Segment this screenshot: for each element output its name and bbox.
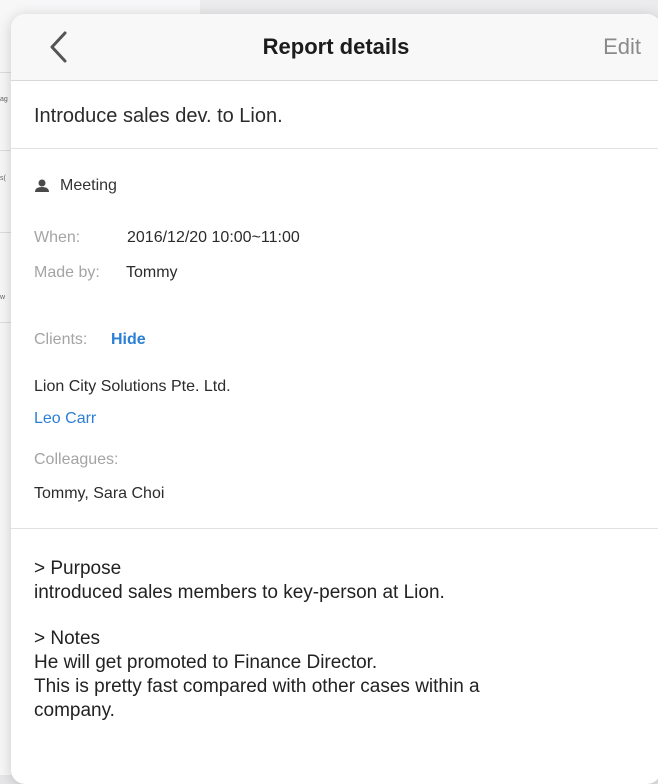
notes-line: He will get promoted to Finance Director…: [34, 652, 378, 673]
client-company: Lion City Solutions Pte. Ltd.: [34, 378, 231, 395]
person-icon: [35, 179, 49, 192]
purpose-text: introduced sales members to key-person a…: [34, 582, 445, 603]
when-value: 2016/12/20 10:00~11:00: [127, 229, 300, 246]
notes-heading: > Notes: [34, 628, 101, 649]
made-by-value: Tommy: [126, 264, 178, 281]
notes-spacer: [34, 605, 634, 627]
colleagues-value: Tommy, Sara Choi: [34, 485, 165, 502]
notes-line: company.: [34, 700, 115, 721]
client-contact-link[interactable]: Leo Carr: [34, 410, 96, 428]
page-title: Report details: [262, 34, 410, 59]
report-type: Meeting: [34, 177, 117, 195]
report-notes: > Purpose introduced sales members to ke…: [34, 557, 634, 723]
clients-label: Clients:: [34, 331, 88, 348]
navigation-bar: Report details Edit: [11, 14, 658, 81]
purpose-heading: > Purpose: [34, 558, 122, 579]
background-text-fragment: s(: [0, 175, 6, 182]
section-divider: [11, 148, 658, 149]
report-type-label: Meeting: [60, 177, 117, 194]
report-subject: Introduce sales dev. to Lion.: [34, 105, 283, 127]
background-text-fragment: ag: [0, 96, 8, 103]
edit-button[interactable]: Edit: [603, 34, 641, 60]
when-label: When:: [34, 229, 81, 246]
hide-clients-link[interactable]: Hide: [111, 331, 146, 349]
background-text-fragment: w: [0, 294, 6, 301]
notes-line: This is pretty fast compared with other …: [34, 676, 480, 697]
made-by-label: Made by:: [34, 264, 100, 281]
section-divider: [11, 528, 658, 529]
colleagues-label: Colleagues:: [34, 451, 119, 468]
report-details-card: Report details Edit Introduce sales dev.…: [11, 14, 658, 784]
